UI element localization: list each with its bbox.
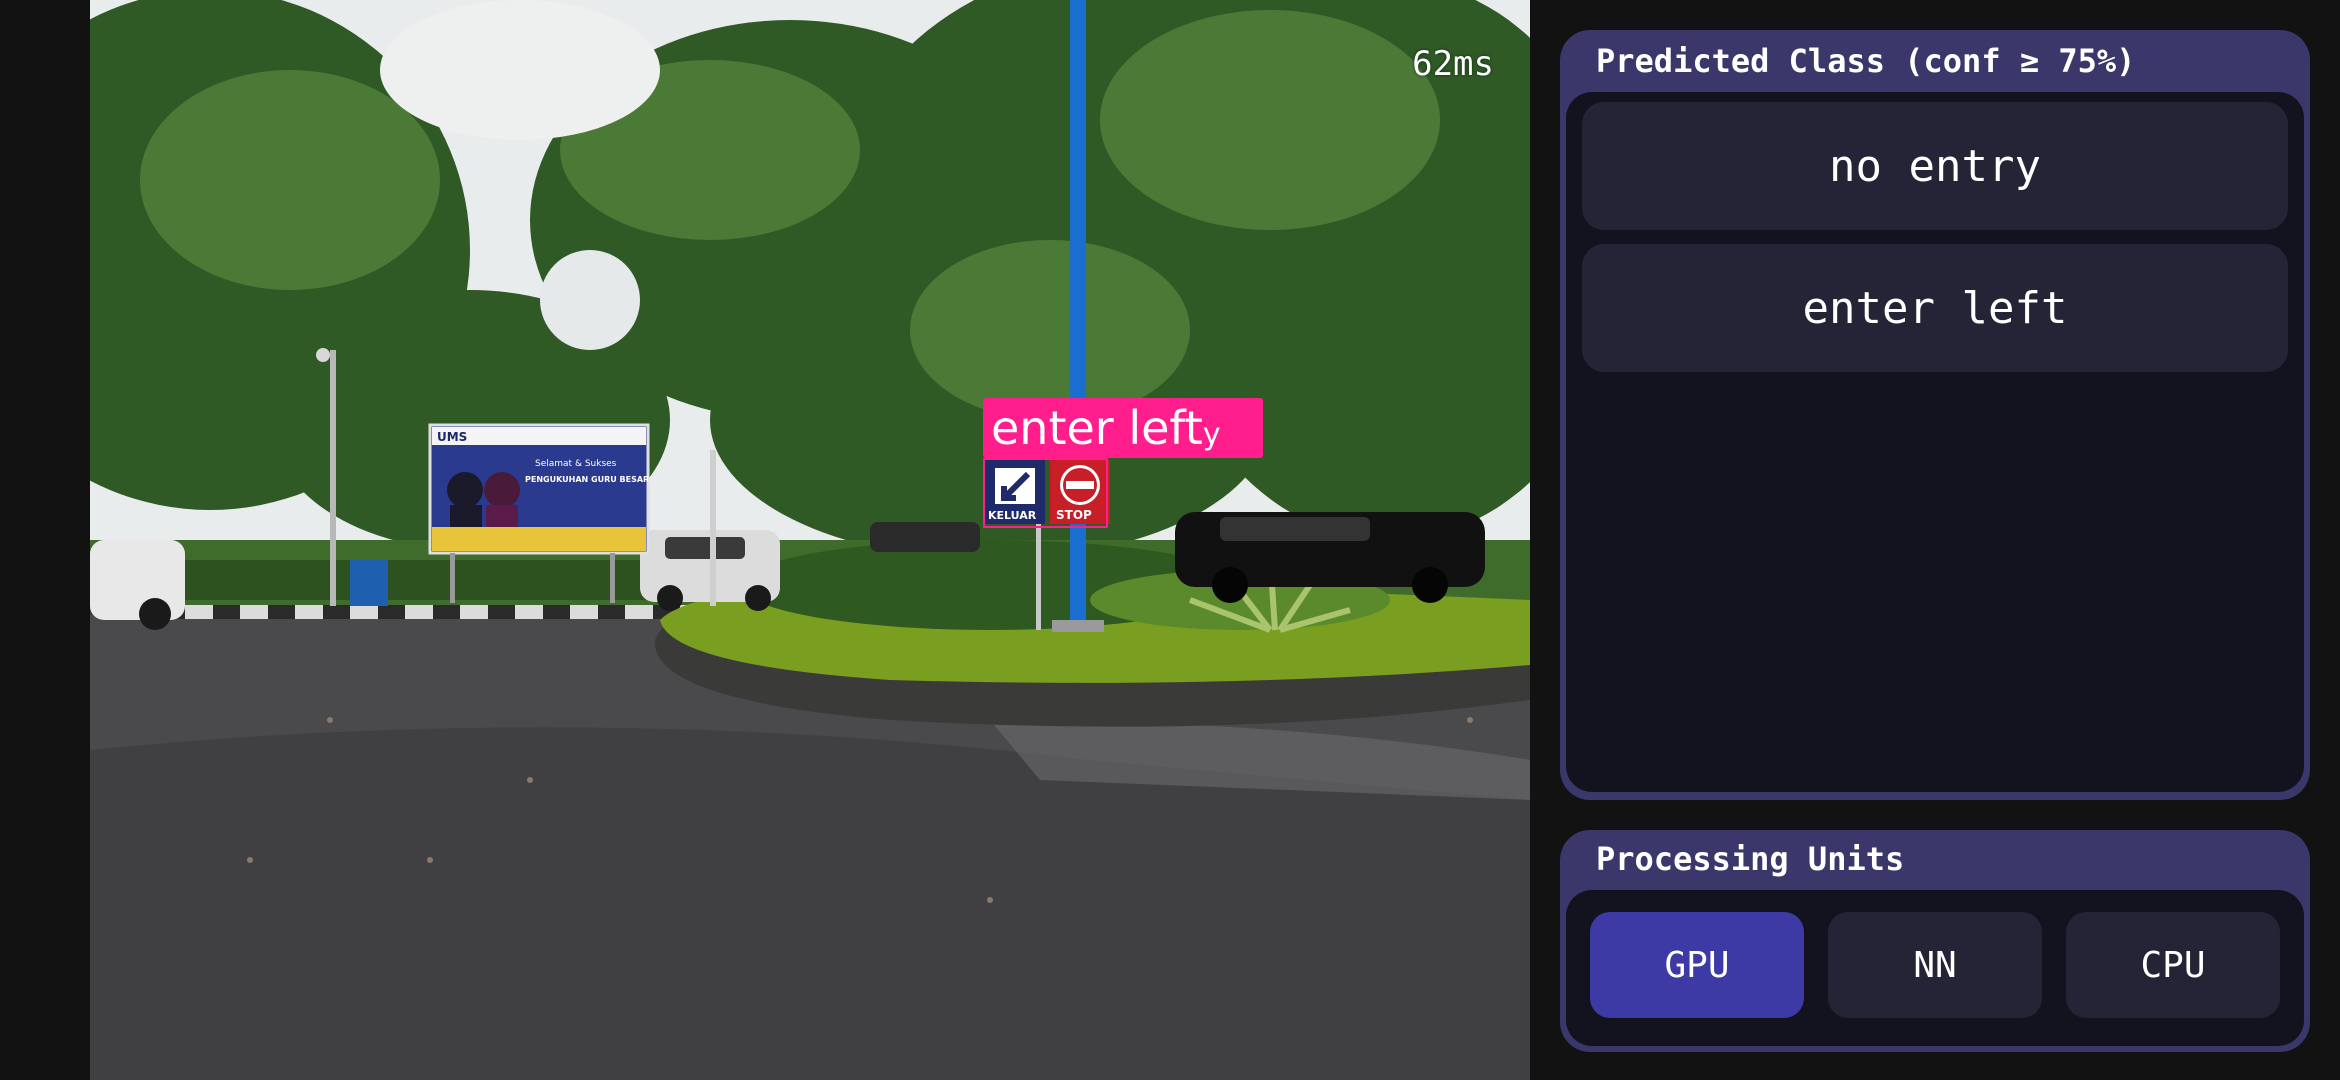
prediction-panel: Predicted Class (conf ≥ 75%) no entry en… (1560, 30, 2310, 800)
prediction-item: no entry (1582, 102, 2288, 230)
processing-units-panel: Processing Units GPU NN CPU (1560, 830, 2310, 1052)
camera-preview: UMS Selamat & Sukses PENGUKUHAN GURU BES… (90, 0, 1530, 1080)
detection-box (983, 458, 1108, 528)
detection-label: enter lefty (983, 398, 1263, 458)
nn-button[interactable]: NN (1828, 912, 2042, 1018)
latency-readout: 62ms (1412, 44, 1494, 84)
processing-units-buttons: GPU NN CPU (1566, 890, 2304, 1046)
prediction-item-label: enter left (1802, 282, 2068, 334)
prediction-list: no entry enter left (1566, 92, 2304, 792)
billboard-text-1: Selamat & Sukses (535, 459, 617, 469)
prediction-item-label: no entry (1829, 140, 2041, 192)
prediction-panel-title: Predicted Class (conf ≥ 75%) (1596, 42, 2136, 80)
gpu-button[interactable]: GPU (1590, 912, 1804, 1018)
billboard-logo: UMS (437, 430, 467, 444)
detection-label-text: enter left (991, 401, 1203, 455)
processing-units-title: Processing Units (1596, 840, 1905, 878)
camera-scene: UMS Selamat & Sukses PENGUKUHAN GURU BES… (90, 0, 1530, 1080)
detection-label-suffix: y (1202, 417, 1221, 452)
cpu-button-label: CPU (2140, 944, 2206, 986)
prediction-item: enter left (1582, 244, 2288, 372)
cpu-button[interactable]: CPU (2066, 912, 2280, 1018)
nn-button-label: NN (1913, 944, 1957, 986)
billboard-text-2: PENGUKUHAN GURU BESAR (525, 475, 649, 484)
gpu-button-label: GPU (1664, 944, 1730, 986)
